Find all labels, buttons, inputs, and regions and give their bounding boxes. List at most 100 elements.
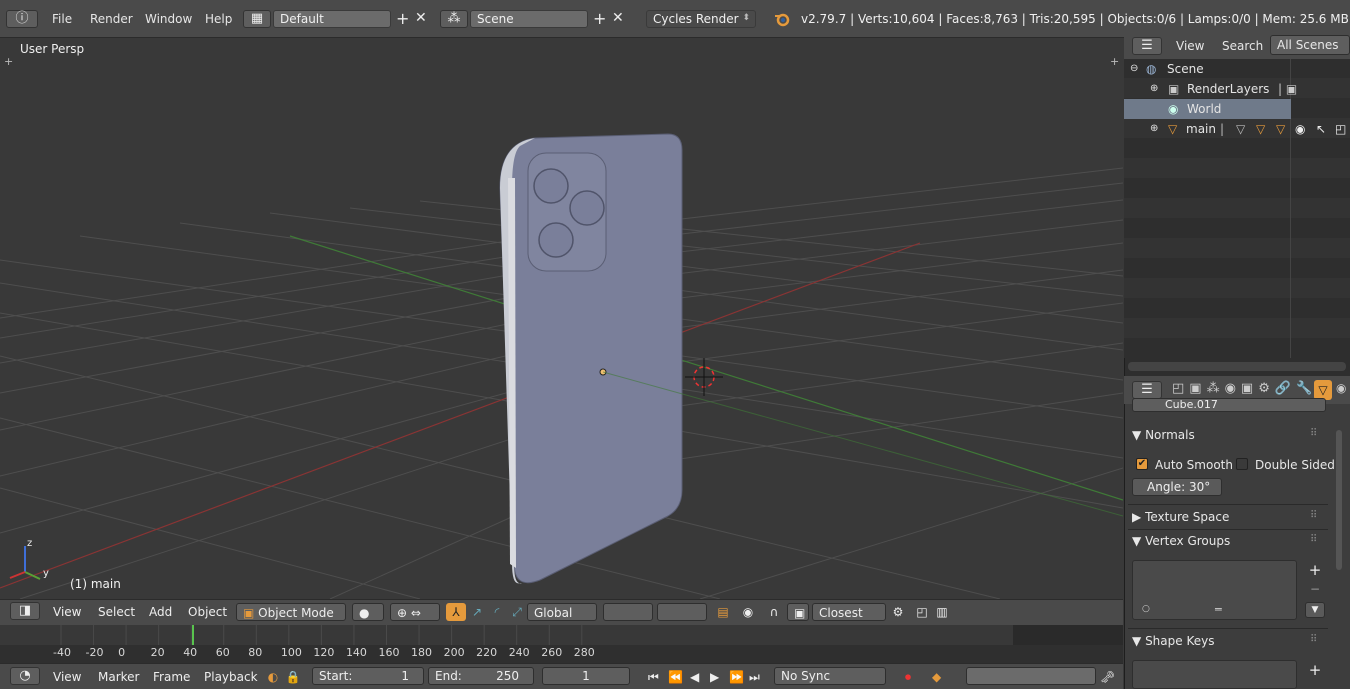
render-engine-select[interactable]: Cycles Render ⬍ <box>646 10 756 28</box>
timeline-menu-marker[interactable]: Marker <box>98 670 139 684</box>
drag-handle-icon[interactable]: ⠿ <box>1310 634 1317 645</box>
timeline-menu-frame[interactable]: Frame <box>153 670 190 684</box>
snap-element-icon[interactable]: ▣ <box>787 603 809 621</box>
properties-scrollbar[interactable] <box>1336 430 1342 570</box>
info-editor-type-button[interactable]: ⓘ <box>6 10 38 28</box>
jump-end-icon[interactable]: ⏭ <box>749 670 765 685</box>
toolshelf-expand-icon[interactable]: + <box>4 55 13 68</box>
cursor-select-icon[interactable]: ↖ <box>1316 119 1326 139</box>
scene-name-field[interactable]: Scene <box>470 10 588 28</box>
normals-panel-header[interactable]: ▼ Normals <box>1132 428 1195 442</box>
add-scene-icon[interactable]: + <box>593 9 606 28</box>
menu-object[interactable]: Object <box>188 603 227 621</box>
delete-scene-icon[interactable]: ✕ <box>612 10 624 26</box>
play-reverse-icon[interactable]: ◀ <box>690 670 706 684</box>
lock-icon[interactable]: 🔒 <box>285 670 301 684</box>
sync-mode-select[interactable]: No Sync <box>774 667 886 685</box>
drag-handle-icon[interactable]: ⠿ <box>1310 510 1317 521</box>
angle-field[interactable]: Angle: 30° <box>1132 478 1222 496</box>
jump-keyframe-back-icon[interactable]: ⏪ <box>668 670 684 684</box>
layers-grid-b[interactable] <box>657 603 707 621</box>
expand-icon[interactable]: ⊕ <box>1150 119 1158 139</box>
outliner-item-main[interactable]: ⊕ ▽ main | ▽ ▽ ▽ ◉ ↖ ◰ <box>1124 119 1350 139</box>
play-icon[interactable]: ▶ <box>710 670 726 684</box>
list-filter-icon[interactable]: ○ <box>1142 604 1150 614</box>
snap-rotate-icon[interactable]: ⚙ <box>888 603 908 621</box>
rotate-manipulator-icon[interactable]: ◜ <box>488 603 506 621</box>
orientation-select[interactable]: Global <box>527 603 597 621</box>
layout-name-field[interactable]: Default <box>273 10 391 28</box>
scene-browse-button[interactable]: ⁂ <box>440 10 468 28</box>
shape-keys-list[interactable] <box>1132 660 1297 689</box>
vertex-groups-panel-header[interactable]: ▼ Vertex Groups <box>1132 534 1230 548</box>
key-insert-icon[interactable]: 🗝 <box>1100 670 1115 684</box>
remove-vertex-group-icon[interactable]: − <box>1305 582 1325 596</box>
delete-layout-icon[interactable]: ✕ <box>415 10 427 26</box>
jump-keyframe-forward-icon[interactable]: ⏩ <box>729 670 745 684</box>
outliner-item-world[interactable]: ◉ World <box>1124 99 1291 119</box>
auto-smooth-checkbox[interactable]: ✔ <box>1136 458 1148 470</box>
outliner-editor-type-button[interactable]: ☰ <box>1132 37 1162 55</box>
timeline-editor-type-button[interactable]: ◔ <box>10 667 40 685</box>
add-layout-icon[interactable]: + <box>396 9 409 28</box>
double-sided-checkbox[interactable] <box>1236 458 1248 470</box>
lock-layers-icon[interactable]: ▤ <box>713 603 733 621</box>
collapse-icon[interactable]: ⊖ <box>1130 59 1138 79</box>
outliner-display-select[interactable]: All Scenes <box>1270 35 1350 55</box>
menu-render[interactable]: Render <box>90 12 133 26</box>
editor-type-button[interactable]: ◨ <box>10 602 40 620</box>
menu-help[interactable]: Help <box>205 12 232 26</box>
camera-render-icon[interactable]: ◰ <box>1335 119 1346 139</box>
record-icon[interactable]: ⏺ <box>905 670 921 685</box>
menu-add[interactable]: Add <box>149 603 172 621</box>
add-shape-key-icon[interactable]: + <box>1305 661 1325 679</box>
drag-handle-icon[interactable]: ⠿ <box>1310 534 1317 545</box>
expand-icon[interactable]: ⊕ <box>1150 79 1158 99</box>
3d-viewport[interactable]: z y <box>0 38 1123 599</box>
mode-select[interactable]: ▣ Object Mode <box>236 603 346 621</box>
eye-icon[interactable]: ◉ <box>1295 119 1305 139</box>
outliner-scrollbar[interactable] <box>1128 362 1346 371</box>
texture-space-panel-header[interactable]: ▶ Texture Space <box>1132 510 1229 524</box>
outliner-tab-search[interactable]: Search <box>1222 39 1263 53</box>
properties-expand-icon[interactable]: + <box>1110 55 1119 68</box>
scale-manipulator-icon[interactable]: ⤢ <box>508 603 526 621</box>
layers-grid-a[interactable] <box>603 603 653 621</box>
menu-view[interactable]: View <box>53 603 81 621</box>
material-tab-icon[interactable]: ◉ <box>1336 381 1346 395</box>
add-vertex-group-icon[interactable]: + <box>1305 561 1325 579</box>
outliner-item-renderlayers[interactable]: ⊕ ▣ RenderLayers | ▣ <box>1124 79 1350 99</box>
timeline-menu-playback[interactable]: Playback <box>204 670 258 684</box>
render-animation-icon[interactable]: ▥ <box>932 603 952 621</box>
jump-start-icon[interactable]: ⏮ <box>648 670 664 685</box>
pivot-select[interactable]: ⊕ ⇔ <box>390 603 440 621</box>
vertex-group-menu-icon[interactable]: ▼ <box>1305 602 1325 618</box>
datablock-name-field[interactable]: Cube.017 <box>1132 398 1326 412</box>
manipulator-toggle-icon[interactable]: ⅄ <box>446 603 466 621</box>
menu-select[interactable]: Select <box>98 603 135 621</box>
properties-editor-type-button[interactable]: ☰ <box>1132 381 1162 399</box>
snap-target-select[interactable]: Closest <box>812 603 886 621</box>
snap-toggle-icon[interactable]: ∩ <box>764 603 784 621</box>
preview-range-icon[interactable]: ◐ <box>265 670 281 684</box>
shape-keys-panel-header[interactable]: ▼ Shape Keys <box>1132 634 1214 648</box>
menu-window[interactable]: Window <box>145 12 192 26</box>
proportional-edit-icon[interactable]: ◉ <box>738 603 758 621</box>
outliner-item-scene[interactable]: ⊖ ◍ Scene <box>1124 59 1350 79</box>
current-frame-field[interactable]: 1 <box>542 667 630 685</box>
render-camera-icon[interactable]: ◰ <box>912 603 932 621</box>
layout-browse-button[interactable]: ▦ <box>243 10 271 28</box>
timeline-menu-view[interactable]: View <box>53 670 81 684</box>
viewport-shading-select[interactable]: ● <box>352 603 384 621</box>
keyframe-icon[interactable]: ◆ <box>932 670 948 684</box>
properties-context-tabs[interactable]: ◰▣⁂◉▣⚙🔗🔧 <box>1172 381 1317 396</box>
keying-set-field[interactable] <box>966 667 1096 685</box>
start-frame-field[interactable]: Start: 1 <box>312 667 424 685</box>
end-frame-field[interactable]: End: 250 <box>428 667 534 685</box>
translate-manipulator-icon[interactable]: ↗ <box>468 603 486 621</box>
drag-handle-icon[interactable]: ⠿ <box>1310 428 1317 439</box>
menu-file[interactable]: File <box>52 12 72 26</box>
list-resize-handle-icon[interactable]: ═ <box>1215 603 1222 616</box>
mesh-data-tab-icon[interactable]: ▽ <box>1314 380 1332 400</box>
outliner-tab-view[interactable]: View <box>1176 39 1204 53</box>
